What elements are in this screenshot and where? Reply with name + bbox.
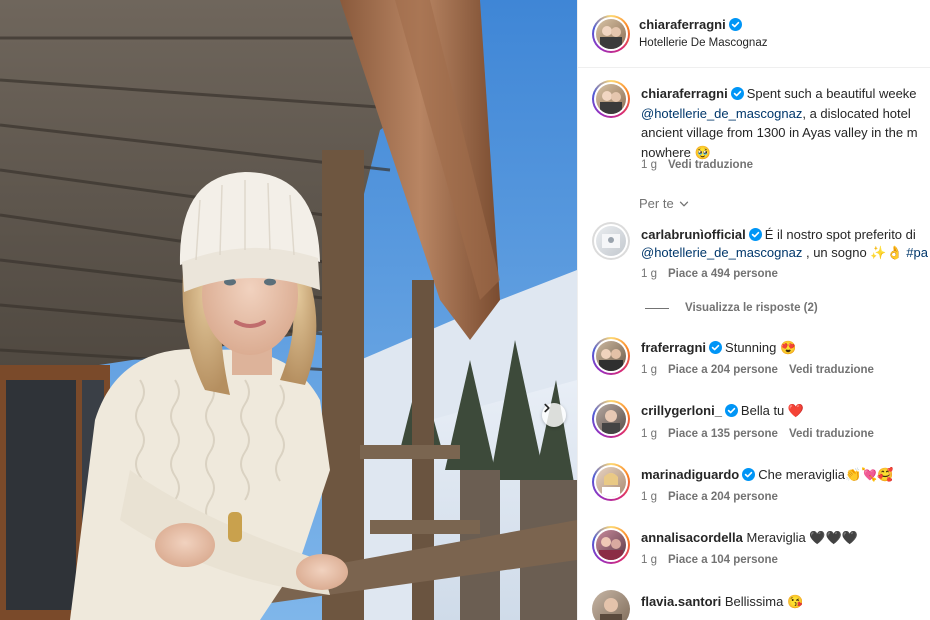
comment-text-cont: , un sogno ✨👌: [802, 245, 903, 260]
comment-translate-link[interactable]: Vedi traduzione: [789, 428, 874, 440]
avatar-photo: [600, 26, 622, 49]
comment-row: crillygerloni_ Bella tu ❤️: [641, 402, 804, 420]
post-photo: [0, 0, 577, 620]
comment-text: Che meraviglia👏💘🥰: [758, 467, 894, 482]
caption-mention[interactable]: @hotellerie_de_mascognaz: [641, 106, 802, 121]
comment-meta: 1 g Piace a 104 persone: [641, 554, 789, 566]
comment-text: Bella tu ❤️: [740, 403, 805, 418]
per-te-label: Per te: [639, 196, 674, 211]
comment-meta: 1 g Piace a 135 persone Vedi traduzione: [641, 428, 885, 440]
caption-text-line3: ancient village from 1300 in Ayas valley…: [641, 125, 918, 140]
replies-divider: [645, 307, 669, 309]
avatar-photo: [600, 598, 622, 620]
caption-text-line1: Spent such a beautiful weeke: [746, 86, 917, 101]
comment-username[interactable]: carlabrunìofficial: [641, 227, 746, 242]
comment-mention[interactable]: @hotellerie_de_mascognaz: [641, 245, 802, 260]
comment-likes[interactable]: Piace a 494 persone: [668, 268, 778, 280]
comment-username[interactable]: annalisacordella: [641, 530, 743, 545]
caption-translate-link[interactable]: Vedi traduzione: [668, 159, 753, 171]
post-side-panel: chiaraferragni Hotellerie De Mascognaz c…: [577, 0, 930, 620]
per-te-filter[interactable]: Per te: [639, 196, 690, 211]
comment-meta: 1 g Piace a 204 persone Vedi traduzione: [641, 364, 885, 376]
caption-text-line2: , a dislocated hotel: [802, 105, 911, 121]
commenter-avatar[interactable]: [592, 222, 630, 260]
caption-time[interactable]: 1 g: [641, 159, 657, 171]
avatar-photo: [599, 349, 623, 371]
next-image-button[interactable]: [542, 403, 566, 427]
comment-likes[interactable]: Piace a 104 persone: [668, 554, 778, 566]
author-username-row[interactable]: chiaraferragni: [639, 17, 745, 32]
comment-username[interactable]: marinadiguardo: [641, 467, 739, 482]
chevron-right-icon: [544, 403, 550, 413]
avatar-photo: [600, 91, 622, 114]
verified-badge-icon: [742, 468, 756, 481]
author-avatar[interactable]: [592, 15, 630, 53]
comment-row: carlabrunìofficial É il nostro spot prefe…: [641, 226, 916, 244]
commenter-avatar[interactable]: [592, 400, 630, 438]
caption-username[interactable]: chiaraferragni: [641, 86, 728, 101]
author-username[interactable]: chiaraferragni: [639, 17, 726, 32]
comment-row: annalisacordella Meraviglia 🖤🖤🖤: [641, 529, 858, 547]
verified-badge-icon: [728, 18, 742, 31]
comment-time[interactable]: 1 g: [641, 554, 657, 566]
comment-time[interactable]: 1 g: [641, 268, 657, 280]
post-location[interactable]: Hotellerie De Mascognaz: [639, 37, 767, 49]
comment-row: fraferragni Stunning 😍: [641, 339, 796, 357]
view-replies-button[interactable]: Visualizza le risposte (2): [645, 302, 818, 314]
post-image: [0, 0, 577, 620]
comment-username[interactable]: flavia.santori: [641, 594, 721, 609]
comment-text-line2: @hotellerie_de_mascognaz , un sogno ✨👌 #…: [641, 244, 928, 262]
avatar-photo: [602, 410, 620, 434]
comment-time[interactable]: 1 g: [641, 364, 657, 376]
comment-text: Bellissima 😘: [724, 594, 804, 609]
comment-likes[interactable]: Piace a 204 persone: [668, 364, 778, 376]
verified-badge-icon: [748, 228, 762, 241]
post-caption: chiaraferragni Spent such a beautiful wee…: [641, 84, 930, 162]
avatar-photo: [599, 537, 623, 560]
verified-badge-icon: [730, 87, 744, 100]
chevron-down-icon: [679, 201, 688, 206]
comment-username[interactable]: crillygerloni_: [641, 403, 722, 418]
comment-likes[interactable]: Piace a 204 persone: [668, 491, 778, 503]
comment-text: Stunning 😍: [725, 340, 797, 355]
avatar-photo: [602, 473, 620, 497]
comment-row: flavia.santori Bellissima 😘: [641, 593, 803, 611]
view-replies-label: Visualizza le risposte (2): [685, 302, 818, 314]
comment-translate-link[interactable]: Vedi traduzione: [789, 364, 874, 376]
comment-time[interactable]: 1 g: [641, 491, 657, 503]
verified-badge-icon: [724, 404, 738, 417]
caption-meta: 1 g Vedi traduzione: [641, 159, 764, 171]
comment-meta: 1 g Piace a 494 persone: [641, 268, 789, 280]
comment-time[interactable]: 1 g: [641, 428, 657, 440]
avatar-photo: [602, 234, 620, 248]
comment-text: É il nostro spot preferito di: [764, 227, 916, 242]
comment-likes[interactable]: Piace a 135 persone: [668, 428, 778, 440]
comment-username[interactable]: fraferragni: [641, 340, 706, 355]
commenter-avatar[interactable]: [592, 526, 630, 564]
commenter-avatar[interactable]: [592, 337, 630, 375]
comment-meta: 1 g Piace a 204 persone: [641, 491, 789, 503]
verified-badge-icon: [709, 341, 723, 354]
comment-text: Meraviglia 🖤🖤🖤: [746, 530, 858, 545]
comment-row: marinadiguardo Che meraviglia👏💘🥰: [641, 466, 894, 484]
comment-hashtag[interactable]: #pa: [906, 245, 928, 260]
commenter-avatar[interactable]: [592, 463, 630, 501]
caption-avatar[interactable]: [592, 80, 630, 118]
commenter-avatar[interactable]: [592, 590, 630, 620]
post-header: chiaraferragni Hotellerie De Mascognaz: [578, 0, 930, 68]
